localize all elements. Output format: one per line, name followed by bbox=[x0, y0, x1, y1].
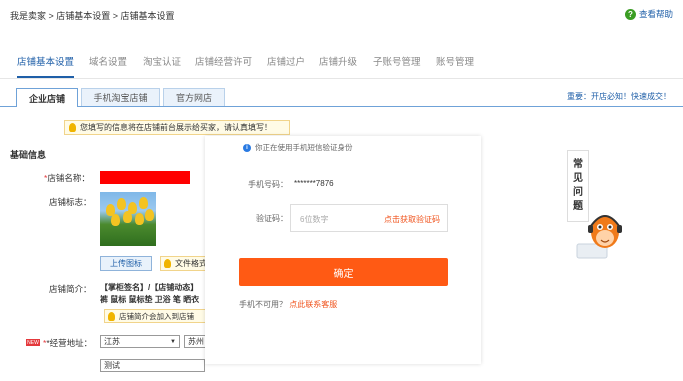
file-format-hint: 文件格式 bbox=[160, 256, 208, 271]
intro-tip: 店铺简介会加入到店铺 bbox=[104, 309, 206, 323]
tab-domain-settings[interactable]: 域名设置 bbox=[89, 54, 127, 76]
address-label: **经营地址： bbox=[43, 338, 93, 348]
get-code-link[interactable]: 点击获取验证码 bbox=[384, 214, 440, 225]
phone-value: *******7876 bbox=[294, 179, 334, 188]
tab-business-license[interactable]: 店铺经营许可 bbox=[195, 54, 252, 76]
new-badge: NEW bbox=[26, 339, 40, 346]
code-label: 验证码： bbox=[256, 214, 288, 223]
help-label: 查看帮助 bbox=[638, 9, 673, 19]
tab-shop-transfer[interactable]: 店铺过户 bbox=[267, 54, 305, 76]
tab-shop-basic-settings[interactable]: 店铺基本设置 bbox=[17, 54, 75, 78]
top-bar: 我是卖家 > 店铺基本设置 > 店铺基本设置 ? 查看帮助 bbox=[0, 0, 683, 28]
breadcrumb: 我是卖家 > 店铺基本设置 > 店铺基本设置 bbox=[10, 11, 175, 21]
shop-intro-label: 店铺简介： bbox=[49, 284, 92, 294]
customer-service-mascot-icon[interactable] bbox=[575, 200, 625, 262]
shop-logo-label: 店铺标志： bbox=[49, 197, 92, 207]
subtab-enterprise-shop[interactable]: 企业店铺 bbox=[16, 88, 78, 107]
shop-name-label: *店铺名称： bbox=[44, 173, 90, 183]
upload-logo-button[interactable]: 上传图标 bbox=[100, 256, 152, 271]
code-placeholder: 6位数字 bbox=[300, 215, 329, 224]
shop-name-input-redacted[interactable] bbox=[100, 171, 190, 184]
shop-logo-image bbox=[100, 192, 156, 246]
detail-address-input[interactable]: 测试 bbox=[100, 359, 205, 372]
province-select[interactable]: 江苏 ▼ bbox=[100, 335, 180, 348]
tab-shop-upgrade[interactable]: 店铺升级 bbox=[319, 54, 357, 76]
sms-verification-modal: i 你正在使用手机短信验证身份 手机号码： *******7876 验证码： 6… bbox=[205, 136, 481, 364]
tab-taobao-certification[interactable]: 淘宝认证 bbox=[143, 54, 181, 76]
phone-label: 手机号码： bbox=[248, 180, 288, 189]
tab-subaccount-management[interactable]: 子账号管理 bbox=[373, 54, 421, 76]
lightbulb-icon bbox=[69, 123, 76, 132]
info-tip-text: 您填写的信息将在店铺前台展示给买家，请认真填写！ bbox=[80, 123, 272, 132]
important-notice-link[interactable]: 重要：开店必知！快速成交！ bbox=[567, 91, 671, 102]
contact-support-link[interactable]: 点此联系客服 bbox=[289, 300, 337, 309]
modal-info: i 你正在使用手机短信验证身份 bbox=[243, 142, 353, 153]
phone-unavailable: 手机不可用？ 点此联系客服 bbox=[239, 300, 338, 309]
question-circle-icon: ? bbox=[624, 8, 636, 20]
shop-intro-text[interactable]: 【掌柜签名】/【店铺动态】裤 鼠标 鼠标垫 卫浴 笔 晒衣 bbox=[100, 282, 206, 306]
dropdown-arrow-icon: ▼ bbox=[170, 338, 176, 345]
lightbulb-icon bbox=[164, 259, 171, 268]
tab-account-management[interactable]: 账号管理 bbox=[436, 54, 474, 76]
subtab-mobile-taobao-shop[interactable]: 手机淘宝店铺 bbox=[81, 88, 160, 106]
verification-code-input[interactable]: 6位数字 点击获取验证码 bbox=[290, 204, 448, 232]
lightbulb-icon bbox=[108, 311, 115, 321]
confirm-button[interactable]: 确定 bbox=[239, 258, 448, 286]
main-nav-tabs: 店铺基本设置 域名设置 淘宝认证 店铺经营许可 店铺过户 店铺升级 子账号管理 … bbox=[0, 44, 683, 79]
section-title: 基础信息 bbox=[10, 150, 47, 160]
subtab-official-store[interactable]: 官方网店 bbox=[163, 88, 225, 106]
info-icon: i bbox=[243, 143, 251, 152]
city-select[interactable]: 苏州 bbox=[184, 335, 206, 348]
info-tip: 您填写的信息将在店铺前台展示给买家，请认真填写！ bbox=[64, 120, 290, 135]
help-link[interactable]: ? 查看帮助 bbox=[624, 8, 673, 20]
